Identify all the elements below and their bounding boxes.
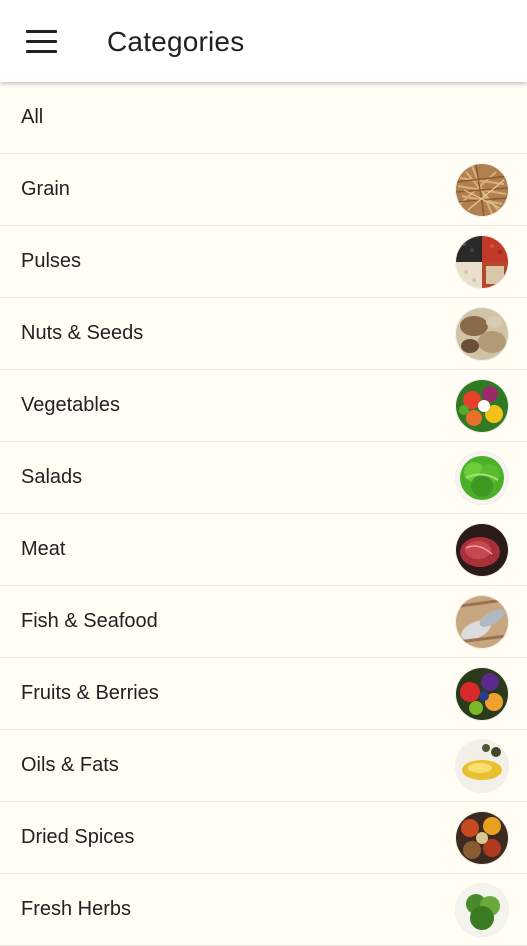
menu-line <box>26 49 57 53</box>
category-label: Meat <box>21 538 66 560</box>
category-label: Dried Spices <box>21 826 135 848</box>
dried-spices-image <box>456 812 508 864</box>
fresh-herbs-image <box>456 884 508 936</box>
category-label: Fresh Herbs <box>21 898 132 920</box>
category-item-fish-seafood[interactable]: Fish & Seafood <box>0 586 527 658</box>
category-item-dried-spices[interactable]: Dried Spices <box>0 802 527 874</box>
category-label: Fish & Seafood <box>21 610 158 632</box>
category-label: Fruits & Berries <box>21 682 159 704</box>
category-label: Vegetables <box>21 394 120 416</box>
category-label: Grain <box>21 178 70 200</box>
app-bar: Categories <box>0 0 527 82</box>
pulses-image <box>456 236 508 288</box>
salads-image <box>456 452 508 504</box>
category-item-oils-fats[interactable]: Oils & Fats <box>0 730 527 802</box>
category-list: All Grain Pulses Nuts & Seeds Vegetables… <box>0 82 527 946</box>
category-item-fresh-herbs[interactable]: Fresh Herbs <box>0 874 527 946</box>
category-item-nuts-seeds[interactable]: Nuts & Seeds <box>0 298 527 370</box>
category-item-meat[interactable]: Meat <box>0 514 527 586</box>
category-label: All <box>21 106 44 128</box>
category-label: Salads <box>21 466 83 488</box>
fish-seafood-image <box>456 596 508 648</box>
category-item-salads[interactable]: Salads <box>0 442 527 514</box>
category-item-vegetables[interactable]: Vegetables <box>0 370 527 442</box>
category-item-pulses[interactable]: Pulses <box>0 226 527 298</box>
meat-image <box>456 524 508 576</box>
category-label: Nuts & Seeds <box>21 322 144 344</box>
category-item-fruits-berries[interactable]: Fruits & Berries <box>0 658 527 730</box>
category-label: Oils & Fats <box>21 754 119 776</box>
page-title: Categories <box>107 26 245 57</box>
oils-fats-image <box>456 740 508 792</box>
fruits-berries-image <box>456 668 508 720</box>
category-item-grain[interactable]: Grain <box>0 154 527 226</box>
hamburger-menu-icon[interactable] <box>18 20 64 62</box>
category-item-all[interactable]: All <box>0 82 527 154</box>
category-label: Pulses <box>21 250 82 272</box>
menu-line <box>26 29 57 33</box>
menu-line <box>26 39 57 43</box>
nuts-seeds-image <box>456 308 508 360</box>
vegetables-image <box>456 380 508 432</box>
grain-image <box>456 164 508 216</box>
